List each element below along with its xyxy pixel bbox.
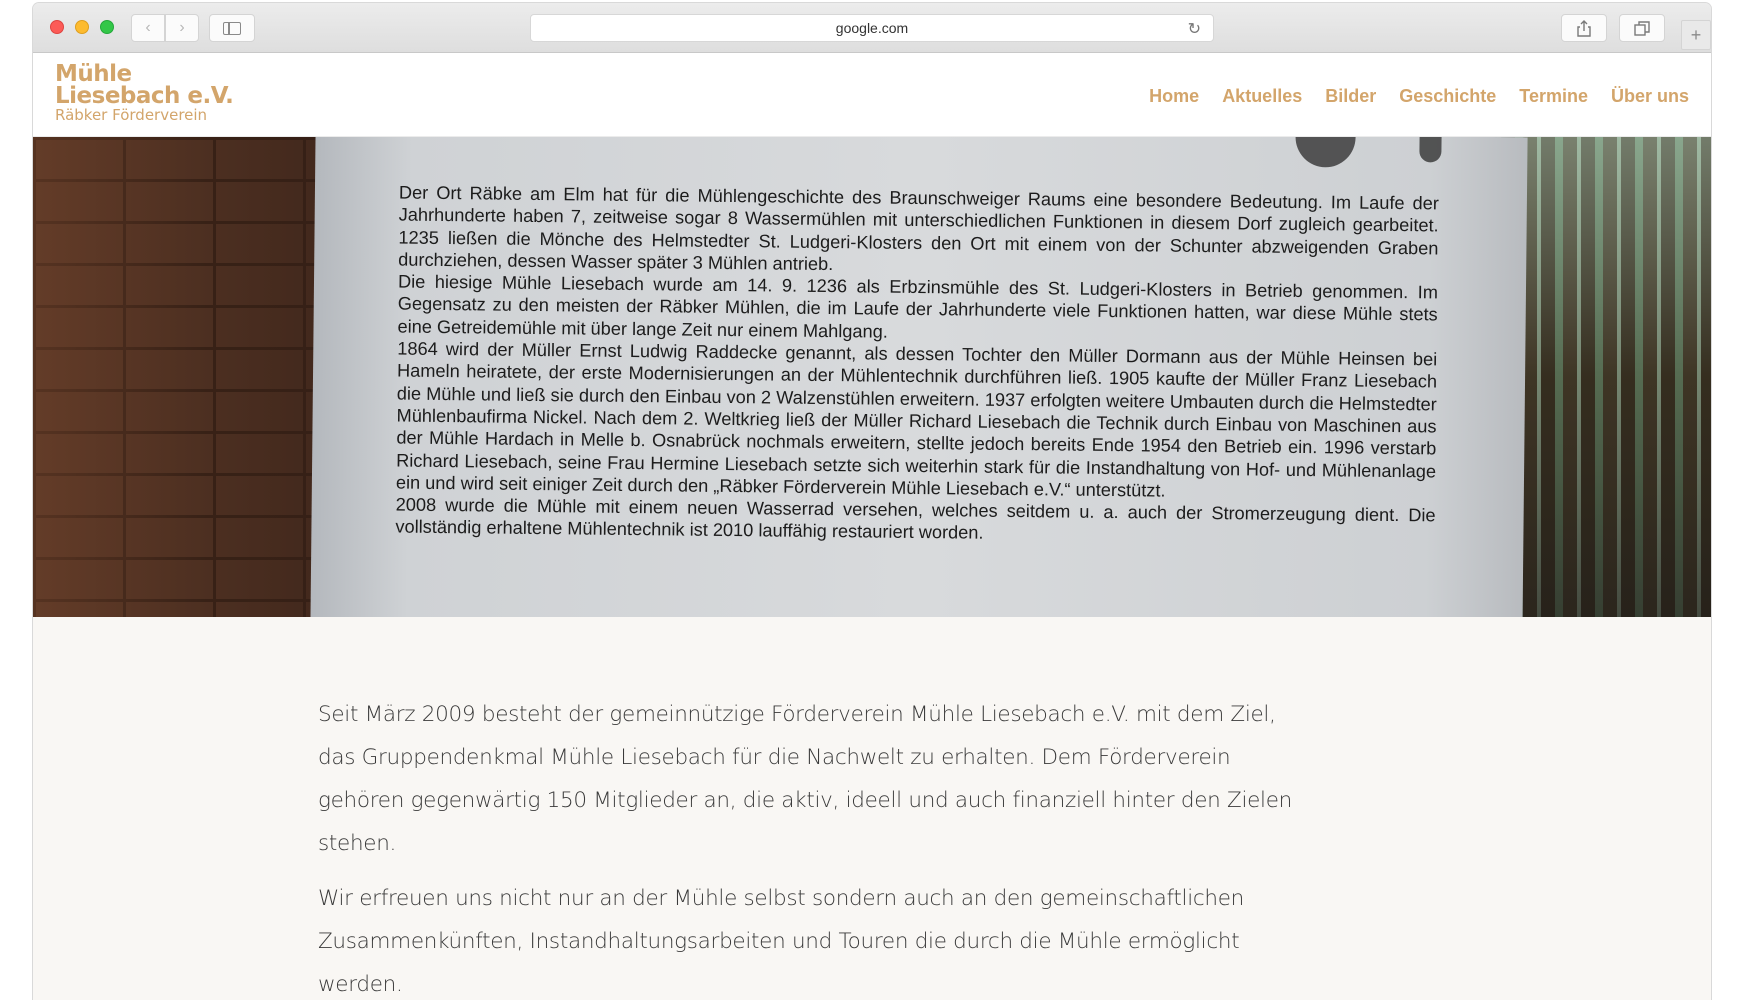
intro-content: Seit März 2009 besteht der gemeinnützige… [318,693,1318,1000]
brick-wall [33,137,323,617]
nav-link-termine[interactable]: Termine [1519,86,1588,107]
nav-link-geschichte[interactable]: Geschichte [1399,86,1496,107]
address-bar[interactable]: google.com ↻ [530,14,1214,42]
intro-paragraph: Wir erfreuen uns nicht nur an der Mühle … [318,886,1244,997]
chevron-left-icon: ‹ [145,19,151,36]
nav-link-aktuelles[interactable]: Aktuelles [1222,86,1302,107]
hero-image: Der Ort Räbke am Elm hat für die Mühleng… [33,137,1711,617]
site-logo[interactable]: Mühle Liesebach e.V. Räbker Förderverein [55,61,234,124]
plaque-text: Der Ort Räbke am Elm hat für die Mühleng… [395,182,1439,550]
intro-paragraph: Seit März 2009 besteht der gemeinnützige… [318,702,1292,856]
back-button[interactable]: ‹ [131,14,165,42]
plaque-paragraph: 1864 wird der Müller Ernst Ludwig Raddec… [395,338,1438,501]
plaque-paragraph: Der Ort Räbke am Elm hat für die Mühleng… [398,182,1439,274]
browser-toolbar: ‹ › google.com ↻ + [33,3,1711,53]
minimize-window-button[interactable] [75,20,89,34]
nav-link-home[interactable]: Home [1149,86,1199,107]
plus-icon: + [1690,24,1702,45]
nav-link-bilder[interactable]: Bilder [1325,86,1376,107]
main-navigation: Home Aktuelles Bilder Geschichte Termine… [1149,86,1689,107]
new-tab-button[interactable]: + [1681,20,1711,50]
forward-button[interactable]: › [165,14,199,42]
tab-overview-button[interactable] [1619,14,1665,42]
reload-icon[interactable]: ↻ [1188,19,1201,39]
site-header: Mühle Liesebach e.V. Räbker Förderverein… [33,53,1711,137]
plaque-emblem-2 [1419,137,1442,163]
nav-link-ueber-uns[interactable]: Über uns [1611,86,1689,107]
logo-line-1: Mühle [55,61,132,87]
history-plaque: Der Ort Räbke am Elm hat für die Mühleng… [310,137,1528,617]
tabs-icon [1634,20,1650,36]
browser-window: ‹ › google.com ↻ + Mühle Liesebach e.V. … [33,3,1711,1000]
plaque-paragraph: 2008 wurde die Mühle mit einem neuen Was… [395,494,1436,544]
plaque-paragraph: Die hiesige Mühle Liesebach wurde am 14.… [397,271,1439,342]
chevron-right-icon: › [179,19,185,36]
sidebar-toggle-button[interactable] [209,14,255,42]
share-icon [1577,19,1591,37]
sidebar-icon [223,21,241,35]
zoom-window-button[interactable] [100,20,114,34]
share-button[interactable] [1561,14,1607,42]
close-window-button[interactable] [50,20,64,34]
url-text: google.com [835,20,909,36]
plaque-emblem [1295,137,1356,168]
logo-line-2: Liesebach e.V. [55,83,234,109]
logo-line-3: Räbker Förderverein [55,106,208,124]
